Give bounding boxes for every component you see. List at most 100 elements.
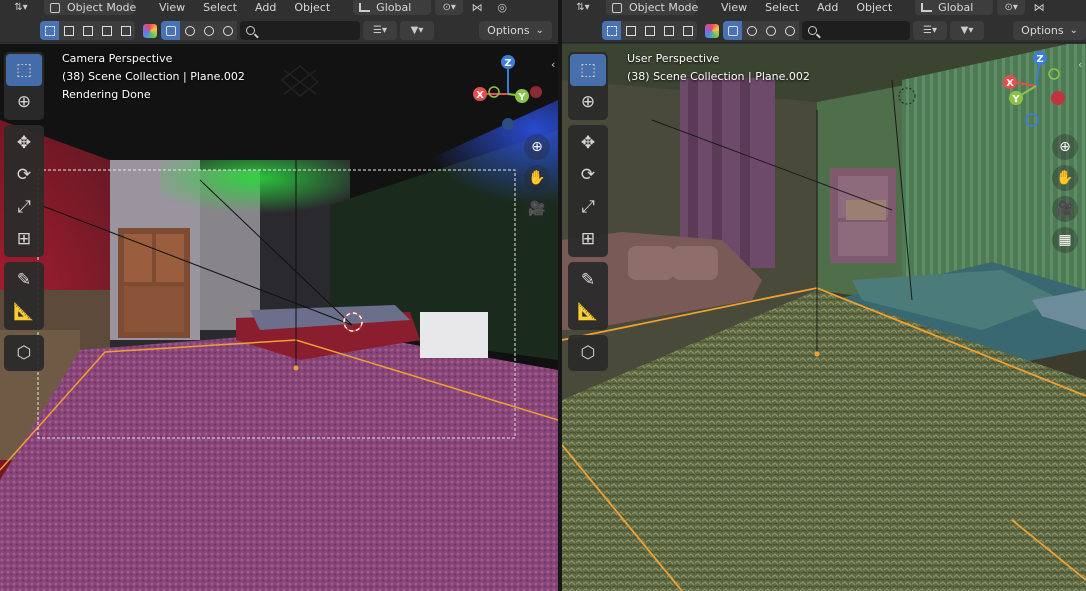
snap-icon[interactable]: ⋈ xyxy=(466,0,488,15)
tool-shelf: ⬚ ⊕ ✥ ⟳ ⤢ ⊞ ✎ 📐 ⬡ xyxy=(4,52,44,376)
measure-tool[interactable]: 📐 xyxy=(570,296,606,328)
y-axis-label: Y xyxy=(517,92,526,103)
x-axis-label: X xyxy=(1006,78,1014,89)
object-type-visibility-icon[interactable] xyxy=(143,23,157,38)
sidebar-toggle-icon[interactable]: ‹ xyxy=(1078,58,1082,71)
zoom-button[interactable]: ⊕ xyxy=(524,134,550,160)
shading-solid-button[interactable] xyxy=(180,21,199,40)
transform-orientation-dropdown[interactable]: Global xyxy=(353,0,432,15)
select-subtract-button[interactable] xyxy=(640,21,659,40)
z-axis-label: Z xyxy=(1036,54,1043,65)
select-extend-button[interactable] xyxy=(621,21,640,40)
filter-dropdown[interactable]: ☰▾ xyxy=(363,21,397,40)
navigation-buttons: ⊕ ✋ 🎥 xyxy=(524,134,550,227)
camera-icon: 🎥 xyxy=(528,201,546,217)
scale-tool[interactable]: ⤢ xyxy=(6,191,42,223)
add-cube-icon: ⬡ xyxy=(580,343,596,363)
menu-select[interactable]: Select xyxy=(756,1,808,14)
shading-wireframe-button[interactable] xyxy=(161,21,180,40)
search-input[interactable] xyxy=(240,21,360,40)
scale-tool[interactable]: ⤢ xyxy=(570,191,606,223)
3d-viewport-user[interactable]: User Perspective (38) Scene Collection |… xyxy=(562,44,1086,591)
shading-rendered-button[interactable] xyxy=(780,21,799,40)
select-extend-button[interactable] xyxy=(59,21,78,40)
object-type-visibility-icon[interactable] xyxy=(705,23,719,38)
measure-tool[interactable]: 📐 xyxy=(6,296,42,328)
transform-tool[interactable]: ⊞ xyxy=(6,223,42,255)
pan-button[interactable]: ✋ xyxy=(524,165,550,191)
zoom-icon: ⊕ xyxy=(1059,139,1071,155)
select-set-button[interactable] xyxy=(40,21,59,40)
add-cube-tool[interactable]: ⬡ xyxy=(570,337,606,369)
menu-object[interactable]: Object xyxy=(285,1,339,14)
cursor-tool[interactable]: ⊕ xyxy=(6,86,42,118)
select-intersect-button[interactable] xyxy=(678,21,697,40)
hand-icon: ✋ xyxy=(528,170,546,186)
camera-view-button[interactable]: 🎥 xyxy=(1052,196,1078,222)
navigation-gizmo[interactable]: Z X Y xyxy=(996,48,1076,128)
select-subtract-icon xyxy=(644,25,655,36)
funnel-filter-dropdown[interactable]: ▼▾ xyxy=(400,21,434,40)
wireframe-icon xyxy=(165,25,176,36)
rotate-tool[interactable]: ⟳ xyxy=(6,159,42,191)
options-button[interactable]: Options xyxy=(1013,21,1086,40)
search-input[interactable] xyxy=(802,21,910,40)
transform-orientation-dropdown[interactable]: Global xyxy=(915,0,994,15)
wireframe-icon xyxy=(727,25,738,36)
menu-select[interactable]: Select xyxy=(194,1,246,14)
ortho-toggle-button[interactable]: ▦ xyxy=(1052,227,1078,253)
y-axis-label: Y xyxy=(1011,94,1020,105)
shading-material-button[interactable] xyxy=(199,21,218,40)
pan-button[interactable]: ✋ xyxy=(1052,165,1078,191)
shading-rendered-button[interactable] xyxy=(218,21,237,40)
select-invert-button[interactable] xyxy=(97,21,116,40)
measure-icon: 📐 xyxy=(13,302,35,322)
options-button[interactable]: Options xyxy=(479,21,552,40)
camera-view-button[interactable]: 🎥 xyxy=(524,196,550,222)
move-tool[interactable]: ✥ xyxy=(570,127,606,159)
add-cube-tool[interactable]: ⬡ xyxy=(6,337,42,369)
select-extend-icon xyxy=(625,25,636,36)
rotate-tool[interactable]: ⟳ xyxy=(570,159,606,191)
3d-viewport-camera[interactable]: Camera Perspective (38) Scene Collection… xyxy=(0,44,558,591)
shading-wireframe-button[interactable] xyxy=(723,21,742,40)
transform-tool[interactable]: ⊞ xyxy=(570,223,606,255)
navigation-gizmo[interactable]: Z X Y xyxy=(468,52,548,132)
filter-dropdown[interactable]: ☰▾ xyxy=(913,21,947,40)
menu-add[interactable]: Add xyxy=(246,1,285,14)
annotate-icon: ✎ xyxy=(16,270,32,290)
viewport-shading xyxy=(705,21,799,40)
move-tool[interactable]: ✥ xyxy=(6,127,42,159)
sidebar-toggle-icon[interactable]: ‹ xyxy=(551,58,555,71)
menu-add[interactable]: Add xyxy=(808,1,847,14)
blender-window: ⇅▾ Object Mode View Select Add Object Gl… xyxy=(0,0,1086,591)
select-box-tool[interactable]: ⬚ xyxy=(570,54,606,86)
shading-material-button[interactable] xyxy=(761,21,780,40)
pivot-dropdown[interactable]: ⊙▾ xyxy=(435,0,464,15)
neg-y-handle xyxy=(488,86,500,98)
tool-group-annotate: ✎ 📐 xyxy=(568,262,608,330)
annotate-tool[interactable]: ✎ xyxy=(6,264,42,296)
select-box-tool[interactable]: ⬚ xyxy=(6,54,42,86)
cursor-tool[interactable]: ⊕ xyxy=(570,86,606,118)
editor-type-dropdown[interactable]: ⇅▾ xyxy=(4,0,38,15)
select-set-button[interactable] xyxy=(602,21,621,40)
annotate-tool[interactable]: ✎ xyxy=(570,264,606,296)
viewport-perspective-label: Camera Perspective xyxy=(62,52,173,65)
snap-icon[interactable]: ⋈ xyxy=(1028,0,1050,15)
zoom-button[interactable]: ⊕ xyxy=(1052,134,1078,160)
search-icon xyxy=(808,26,817,35)
menu-object[interactable]: Object xyxy=(847,1,901,14)
funnel-filter-dropdown[interactable]: ▼▾ xyxy=(950,21,984,40)
editor-type-dropdown[interactable]: ⇅▾ xyxy=(566,0,600,15)
proportional-edit-icon[interactable]: ◎ xyxy=(491,0,513,15)
pivot-dropdown[interactable]: ⊙▾ xyxy=(997,0,1026,15)
menu-view[interactable]: View xyxy=(712,1,756,14)
menu-view[interactable]: View xyxy=(150,1,194,14)
select-subtract-button[interactable] xyxy=(78,21,97,40)
mode-dropdown[interactable]: Object Mode xyxy=(606,0,698,15)
mode-dropdown[interactable]: Object Mode xyxy=(44,0,136,15)
select-invert-button[interactable] xyxy=(659,21,678,40)
shading-solid-button[interactable] xyxy=(742,21,761,40)
select-intersect-button[interactable] xyxy=(116,21,135,40)
